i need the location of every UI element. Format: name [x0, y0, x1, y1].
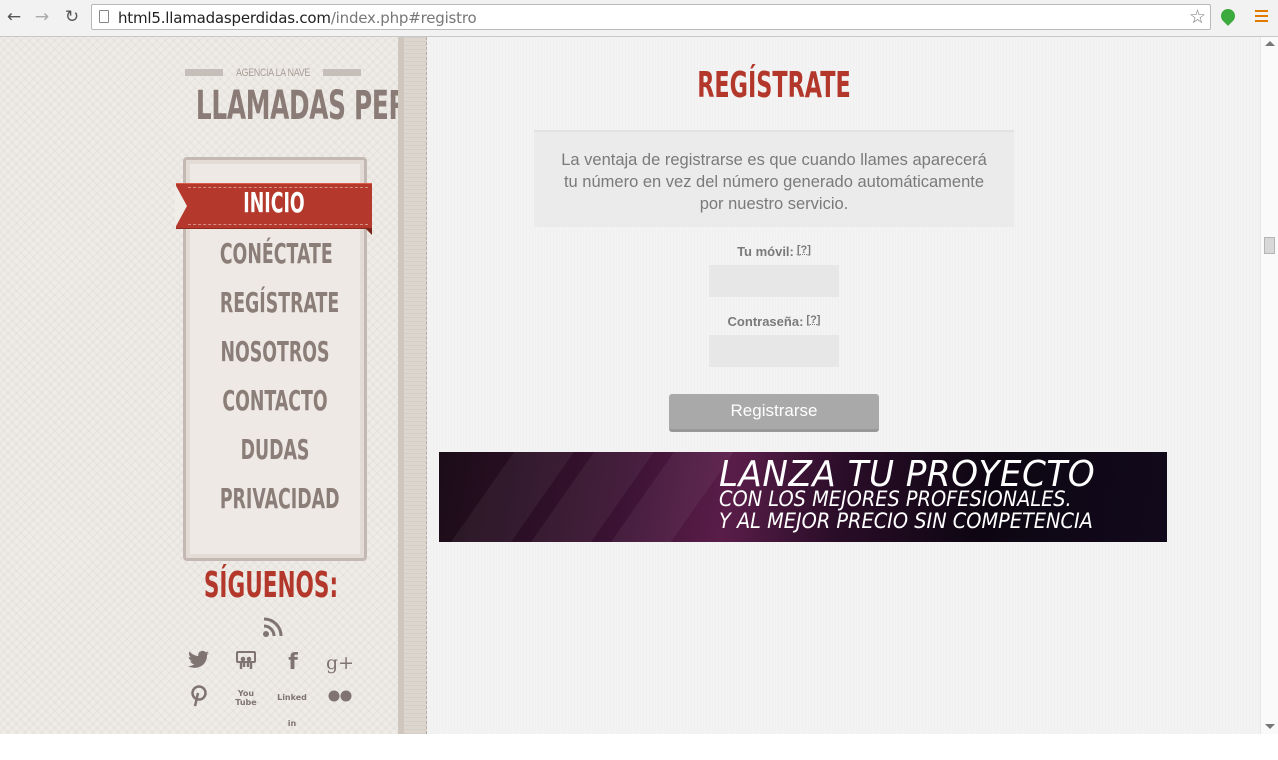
phone-label: Tu móvil: [?]: [427, 244, 1121, 259]
page-icon: [99, 10, 109, 23]
linkedin-icon[interactable]: Linked in: [274, 685, 310, 728]
sidebar: AGENCIA LA NAVE LLAMADAS PERDIDAS CONÉCT…: [0, 37, 494, 734]
reload-icon[interactable]: ↻: [61, 6, 83, 28]
banner-line-2: CON LOS MEJORES PROFESIONALES.: [719, 487, 1072, 511]
nav-item-contacto[interactable]: CONTACTO: [220, 384, 330, 417]
nav-item-inicio-label: INICIO: [243, 186, 305, 219]
password-label: Contraseña: [?]: [427, 314, 1121, 329]
register-button[interactable]: Registrarse: [669, 394, 879, 432]
web-page: AGENCIA LA NAVE LLAMADAS PERDIDAS CONÉCT…: [0, 37, 1260, 734]
facebook-icon[interactable]: f: [278, 650, 308, 676]
googleplus-icon[interactable]: g+: [325, 650, 355, 676]
nav-item-privacidad[interactable]: PRIVACIDAD: [220, 482, 340, 515]
site-logo[interactable]: LLAMADAS PERDIDAS: [196, 83, 494, 129]
extension-icon[interactable]: [1218, 6, 1238, 26]
main-content: REGÍSTRATE La ventaja de registrarse es …: [427, 37, 1260, 734]
nav-item-nosotros[interactable]: NOSOTROS: [220, 335, 330, 368]
bottom-strip: [0, 734, 1278, 760]
nav-item-registrate[interactable]: REGÍSTRATE: [220, 286, 339, 319]
password-help-link[interactable]: [?]: [806, 314, 820, 326]
phone-input[interactable]: [709, 265, 839, 297]
info-box: La ventaja de registrarse es que cuando …: [534, 130, 1014, 227]
banner-line-3: Y AL MEJOR PRECIO SIN COMPETENCIA: [719, 509, 1093, 533]
phone-help-link[interactable]: [?]: [797, 244, 811, 256]
url-text: html5.llamadasperdidas.com/index.php#reg…: [118, 9, 477, 27]
banner-text: LANZA TU PROYECTO CON LOS MEJORES PROFES…: [719, 454, 1125, 533]
password-input[interactable]: [709, 335, 839, 367]
bookmark-star-icon[interactable]: ☆: [1189, 6, 1206, 28]
slideshare-icon[interactable]: [231, 650, 261, 676]
url-path: /index.php#registro: [330, 9, 477, 27]
scroll-down-icon[interactable]: [1265, 724, 1275, 729]
twitter-icon[interactable]: [184, 650, 214, 676]
follow-heading: SÍGUENOS:: [203, 565, 339, 606]
url-host: html5.llamadasperdidas.com: [118, 9, 331, 27]
scroll-up-icon[interactable]: [1265, 41, 1275, 46]
browser-menu-icon[interactable]: [1255, 10, 1268, 24]
sidebar-border: [398, 37, 427, 734]
ad-banner[interactable]: LANZA TU PROYECTO CON LOS MEJORES PROFES…: [439, 452, 1167, 542]
pinterest-icon[interactable]: [184, 685, 214, 711]
address-bar[interactable]: html5.llamadasperdidas.com/index.php#reg…: [91, 4, 1211, 30]
scroll-thumb[interactable]: [1264, 237, 1275, 254]
vertical-scrollbar[interactable]: [1260, 37, 1278, 734]
nav-item-dudas[interactable]: DUDAS: [220, 433, 330, 466]
browser-toolbar: ← → ↻ html5.llamadasperdidas.com/index.p…: [0, 0, 1278, 37]
forward-icon[interactable]: →: [31, 6, 53, 28]
phone-label-text: Tu móvil:: [737, 244, 794, 259]
nav-item-conectate[interactable]: CONÉCTATE: [220, 237, 333, 270]
agency-divider-right: [323, 69, 361, 76]
flickr-icon[interactable]: [325, 685, 355, 711]
back-icon[interactable]: ←: [3, 6, 25, 28]
password-label-text: Contraseña:: [727, 314, 804, 329]
info-text: La ventaja de registrarse es que cuando …: [561, 151, 987, 213]
youtube-icon[interactable]: You Tube: [231, 685, 261, 711]
page-title: REGÍSTRATE: [697, 65, 851, 106]
nav-item-inicio[interactable]: INICIO: [175, 183, 372, 235]
rss-icon[interactable]: [258, 616, 288, 642]
